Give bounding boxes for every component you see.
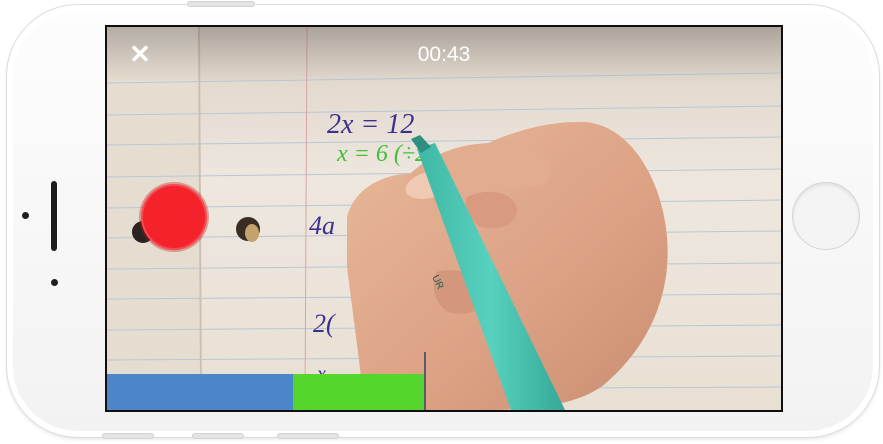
binder-hole-inner (245, 224, 259, 242)
camera-dot (22, 212, 29, 219)
timeline-playhead[interactable] (424, 352, 426, 410)
equation-line-3: 4a (309, 211, 335, 240)
camera-screen: 2x = 12 x = 6 (÷2) 4a 2( x 2 UR ✕ 00:43 (105, 25, 783, 412)
volume-down-button (192, 433, 244, 439)
home-button[interactable] (792, 182, 860, 250)
timeline-segment-1[interactable] (107, 374, 293, 410)
record-button[interactable] (141, 184, 207, 250)
camera-feed: 2x = 12 x = 6 (÷2) 4a 2( x 2 UR (107, 27, 781, 410)
recording-timer: 00:43 (417, 43, 471, 66)
sensor-dot (51, 279, 58, 286)
speaker-grille (51, 181, 57, 251)
mute-switch (277, 433, 339, 439)
volume-up-button (102, 433, 154, 439)
power-button (187, 1, 255, 7)
timeline-segment-2[interactable] (293, 374, 424, 410)
equation-line-4: 2( (313, 309, 336, 338)
recording-timeline[interactable] (107, 352, 781, 410)
equation-line-1: 2x = 12 (327, 109, 414, 140)
